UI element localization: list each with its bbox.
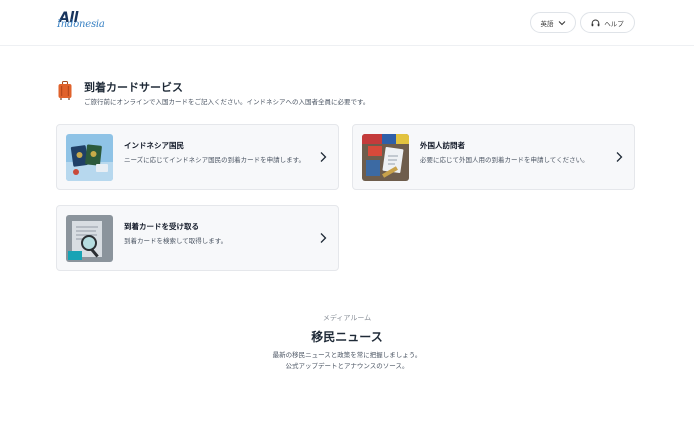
news-kicker: メディアルーム — [322, 314, 372, 322]
news-description: 最新の移民ニュースと政策を常に把握しましょう。 公式アップデートとアナウンスのソ… — [0, 350, 694, 372]
news-line-2: 公式アップデートとアナウンスのソース。 — [285, 362, 409, 370]
card-title: インドネシア国民 — [124, 141, 184, 150]
travel-documents-photo — [362, 134, 409, 181]
language-selector[interactable]: 英語 — [530, 12, 576, 33]
page: All Indonesia 英語 ヘルプ 到着カードサービス ご旅行前にオンライ… — [0, 0, 694, 384]
card-indonesian-citizen[interactable]: インドネシア国民 ニーズに応じてインドネシア国民の到着カードを申請します。 — [56, 124, 339, 190]
chevron-right-icon — [616, 152, 623, 162]
news-line-1: 最新の移民ニュースと政策を常に把握しましょう。 — [272, 351, 422, 359]
passport-photo — [66, 134, 113, 181]
headset-icon — [591, 19, 600, 26]
language-label: 英語 — [540, 19, 554, 28]
chevron-right-icon — [320, 152, 327, 162]
chevron-down-icon — [558, 20, 565, 25]
chevron-right-icon — [320, 233, 327, 243]
service-title: 到着カードサービス — [84, 81, 183, 94]
card-description: ニーズに応じてインドネシア国民の到着カードを申請します。 — [124, 156, 306, 164]
help-label: ヘルプ — [604, 19, 624, 28]
card-foreign-visitor[interactable]: 外国人訪問者 必要に応じて外国人用の到着カードを申請してください。 — [352, 124, 635, 190]
search-document-photo — [66, 215, 113, 262]
card-retrieve-arrival-card[interactable]: 到着カードを受け取る 到着カードを検索して取得します。 — [56, 205, 339, 271]
help-button[interactable]: ヘルプ — [580, 12, 635, 33]
card-description: 到着カードを検索して取得します。 — [124, 237, 228, 245]
card-description: 必要に応じて外国人用の到着カードを申請してください。 — [420, 156, 589, 164]
card-title: 外国人訪問者 — [420, 141, 465, 150]
card-title: 到着カードを受け取る — [124, 222, 199, 231]
page-footer-space — [0, 384, 694, 432]
site-logo[interactable]: All Indonesia — [57, 10, 107, 36]
news-title: 移民ニュース — [311, 330, 383, 344]
luggage-icon — [58, 81, 72, 100]
logo-text-sub: Indonesia — [57, 19, 105, 30]
site-header: All Indonesia 英語 ヘルプ — [0, 0, 694, 46]
service-subtitle: ご旅行前にオンラインで入国カードをご記入ください。インドネシアへの入国者全員に必… — [84, 98, 370, 106]
